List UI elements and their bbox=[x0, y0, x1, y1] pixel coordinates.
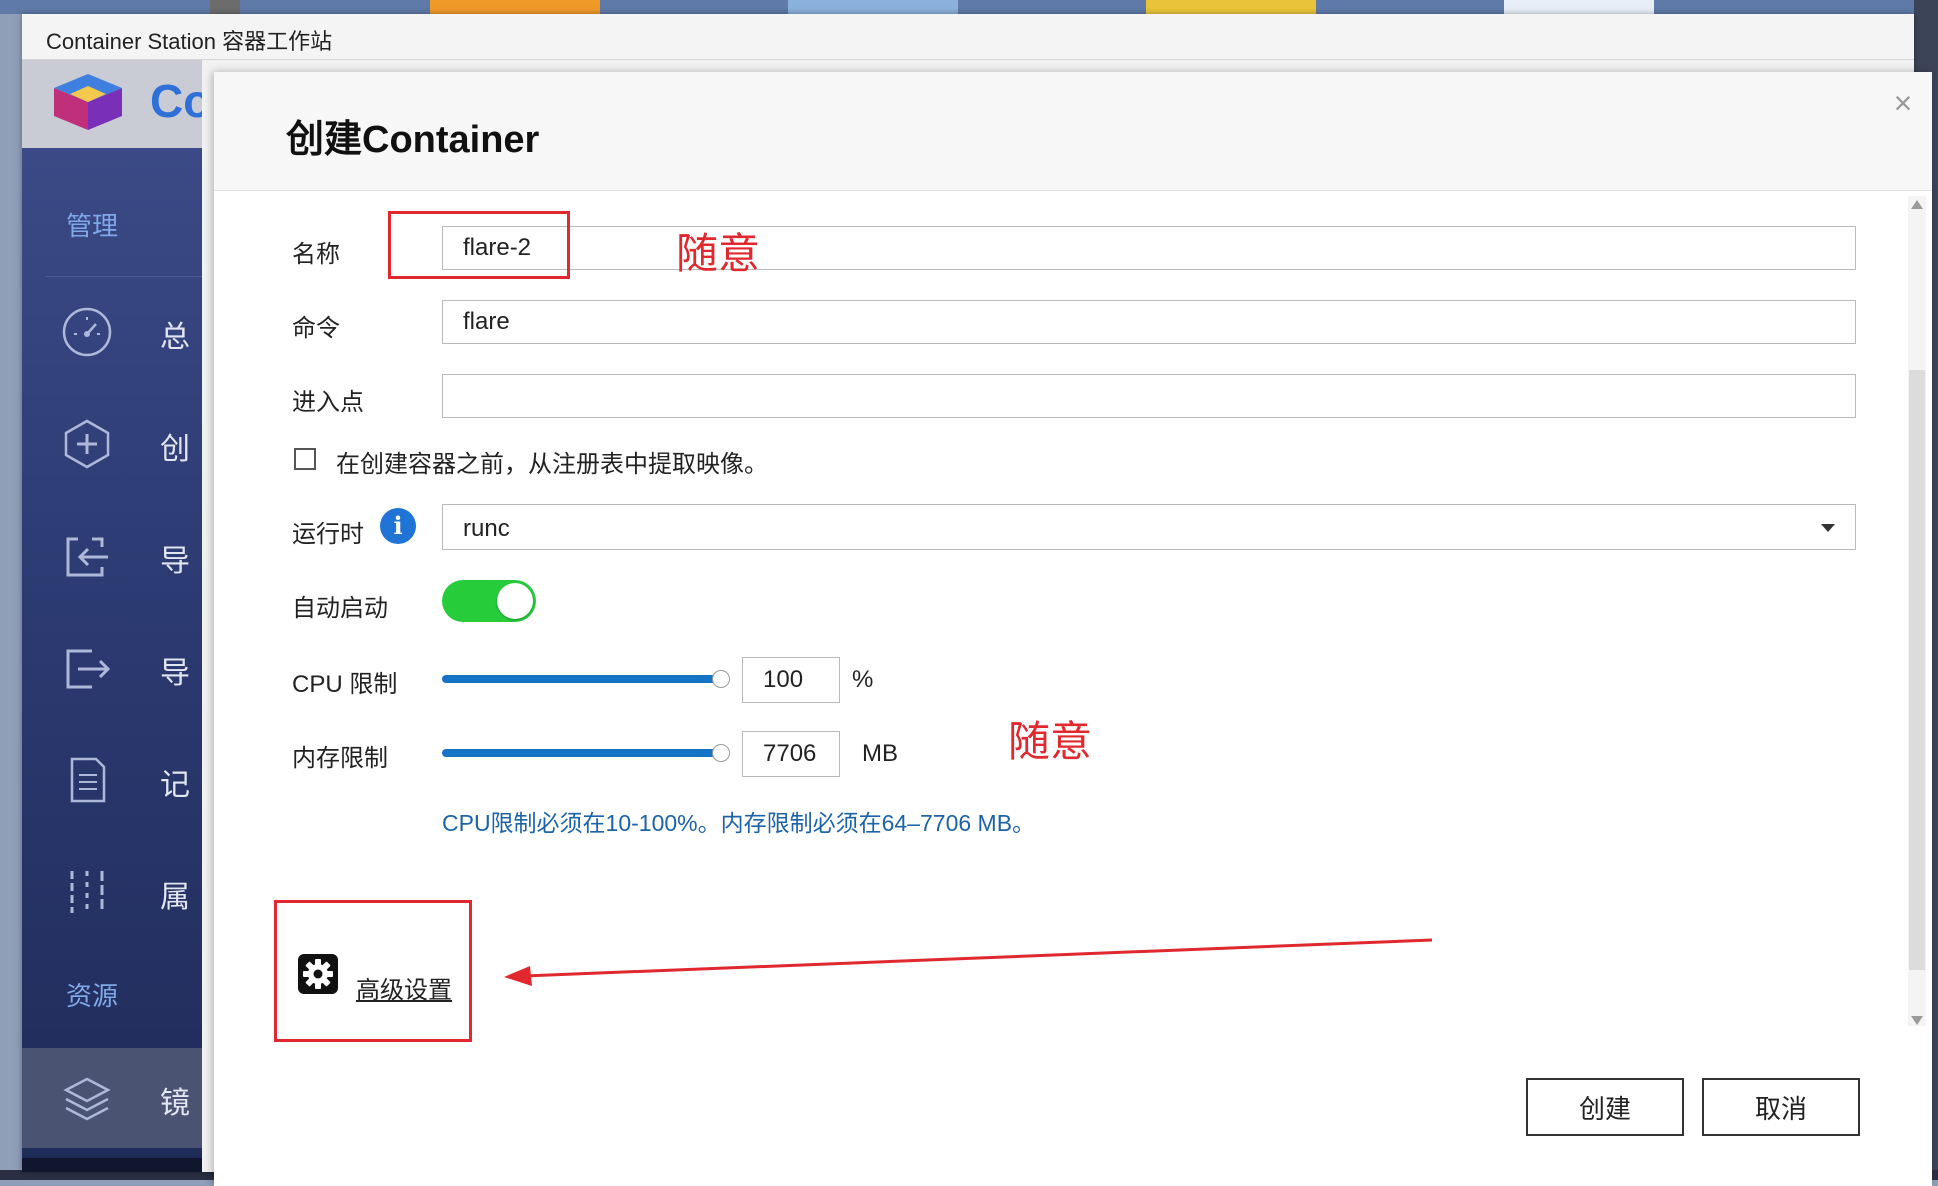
sidebar-divider bbox=[46, 276, 202, 277]
cpu-limit-slider[interactable] bbox=[442, 675, 726, 683]
sidebar-item-images[interactable]: 镜 bbox=[22, 1048, 202, 1148]
log-document-icon bbox=[70, 757, 106, 803]
sidebar-item-log[interactable]: 记 bbox=[22, 730, 202, 830]
scroll-up-icon[interactable] bbox=[1911, 200, 1923, 209]
desktop-app-tile bbox=[1504, 0, 1654, 14]
info-icon[interactable]: i bbox=[380, 508, 416, 544]
limit-hint-text: CPU限制必须在10-100%。内存限制必须在64–7706 MB。 bbox=[442, 810, 1036, 836]
runtime-label: 运行时 bbox=[292, 521, 364, 548]
desktop-app-tile bbox=[430, 0, 600, 14]
name-label: 名称 bbox=[292, 241, 340, 268]
name-input[interactable] bbox=[442, 226, 1856, 270]
sidebar-section-manage: 管理 bbox=[66, 211, 119, 241]
annotation-note-name: 随意 bbox=[676, 229, 761, 278]
scroll-down-icon[interactable] bbox=[1911, 1016, 1923, 1025]
chevron-down-icon bbox=[1821, 524, 1835, 532]
dialog-title: 创建Container bbox=[286, 119, 540, 161]
sidebar-item-label: 创 bbox=[160, 433, 190, 466]
autostart-toggle[interactable] bbox=[442, 580, 536, 622]
export-icon bbox=[66, 649, 111, 689]
cpu-unit: % bbox=[852, 666, 874, 693]
container-station-window: Container Station 容器工作站 Co 管理 总 创 导 导 记 … bbox=[22, 14, 1932, 1186]
pull-image-checkbox[interactable] bbox=[294, 448, 316, 470]
runtime-selected-value: runc bbox=[463, 515, 510, 542]
annotation-box-advanced bbox=[274, 900, 472, 1042]
entrypoint-label: 进入点 bbox=[292, 389, 364, 416]
sidebar-item-label: 总 bbox=[160, 321, 190, 354]
scrollbar-thumb[interactable] bbox=[1909, 370, 1925, 970]
autostart-label: 自动启动 bbox=[292, 595, 388, 622]
pull-image-label: 在创建容器之前，从注册表中提取映像。 bbox=[336, 451, 768, 478]
toggle-knob bbox=[497, 583, 533, 619]
entrypoint-input[interactable] bbox=[442, 374, 1856, 418]
sidebar-item-label: 镜 bbox=[160, 1087, 190, 1120]
dialog-header: 创建Container × bbox=[214, 72, 1932, 191]
properties-sliders-icon bbox=[70, 871, 104, 913]
command-input[interactable] bbox=[442, 300, 1856, 344]
sidebar-item-label: 导 bbox=[160, 657, 190, 690]
runtime-select[interactable]: runc bbox=[442, 504, 1856, 550]
window-titlebar: Container Station 容器工作站 bbox=[22, 14, 1914, 60]
container-station-logo-icon bbox=[54, 74, 122, 130]
sidebar-item-create[interactable]: 创 bbox=[22, 394, 202, 494]
memory-limit-label: 内存限制 bbox=[292, 745, 388, 772]
cpu-limit-label: CPU 限制 bbox=[292, 671, 398, 698]
app-header: Co bbox=[22, 60, 202, 148]
sidebar-footer bbox=[22, 1158, 202, 1172]
annotation-box-name bbox=[388, 211, 570, 279]
close-button[interactable]: × bbox=[1888, 87, 1918, 119]
create-button[interactable]: 创建 bbox=[1526, 1078, 1684, 1136]
memory-limit-slider[interactable] bbox=[442, 749, 726, 757]
cpu-limit-input[interactable] bbox=[742, 657, 840, 703]
sidebar-item-export[interactable]: 导 bbox=[22, 618, 202, 718]
create-container-dialog: 创建Container × 名称 命令 进入点 在创建容器之前，从注册表中提取映… bbox=[214, 72, 1932, 1186]
sidebar-item-label: 导 bbox=[160, 545, 190, 578]
app-name: Co bbox=[150, 75, 202, 127]
desktop-app-tile bbox=[1146, 0, 1316, 14]
sidebar-item-label: 记 bbox=[160, 769, 190, 802]
window-title: Container Station 容器工作站 bbox=[46, 29, 333, 54]
sidebar: 管理 总 创 导 导 记 属 资源 镜 bbox=[22, 148, 202, 1172]
create-plus-icon bbox=[64, 419, 110, 469]
sidebar-item-overview[interactable]: 总 bbox=[22, 282, 202, 382]
command-label: 命令 bbox=[292, 315, 340, 342]
memory-slider-handle[interactable] bbox=[712, 744, 730, 762]
annotation-note-memory: 随意 bbox=[1008, 717, 1093, 766]
sidebar-item-properties[interactable]: 属 bbox=[22, 842, 202, 942]
import-icon bbox=[66, 537, 108, 577]
desktop-app-tile bbox=[788, 0, 958, 14]
sidebar-item-import[interactable]: 导 bbox=[22, 506, 202, 606]
sidebar-section-resources: 资源 bbox=[66, 981, 119, 1011]
annotation-arrow-icon bbox=[504, 938, 1433, 986]
dashboard-icon bbox=[62, 307, 112, 357]
layers-icon bbox=[63, 1077, 111, 1121]
memory-limit-input[interactable] bbox=[742, 731, 840, 777]
cancel-button[interactable]: 取消 bbox=[1702, 1078, 1860, 1136]
desktop-app-tile bbox=[210, 0, 240, 14]
memory-unit: MB bbox=[862, 740, 898, 767]
cpu-slider-handle[interactable] bbox=[712, 670, 730, 688]
sidebar-item-label: 属 bbox=[160, 881, 190, 914]
